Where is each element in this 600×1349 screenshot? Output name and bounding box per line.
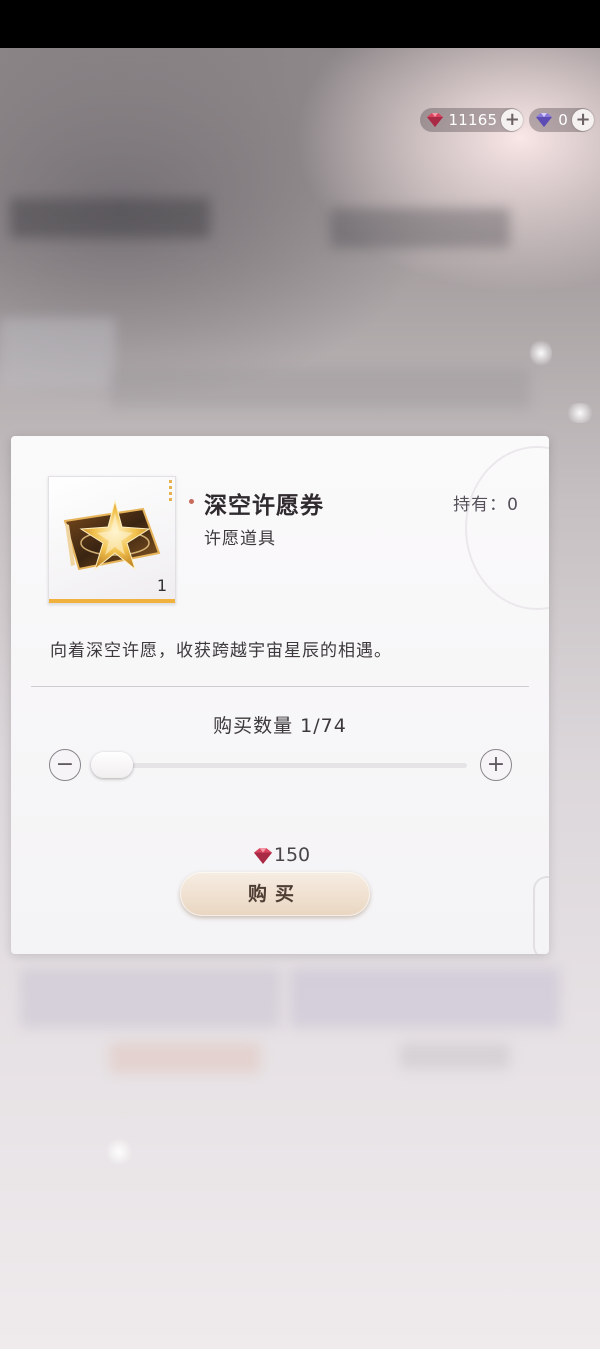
card-decoration — [169, 480, 172, 504]
red-gem-icon — [250, 847, 272, 864]
quantity-slider-track[interactable] — [93, 763, 467, 768]
status-bar — [0, 0, 600, 48]
buy-button[interactable]: 购买 — [180, 872, 370, 916]
dialog-arc-decoration — [465, 446, 549, 610]
add-purple-gem-button[interactable]: + — [572, 109, 594, 131]
purple-gem-amount: 0 — [558, 111, 568, 129]
purple-gem-icon — [533, 112, 555, 128]
currency-chip-purple: 0 + — [529, 108, 594, 132]
purchase-dialog: 1 深空许愿券 许愿道具 持有：0 向着深空许愿，收获跨越宇宙星辰的相遇。 购买… — [11, 436, 549, 954]
item-name: 深空许愿券 — [204, 493, 324, 519]
item-card: 1 — [48, 476, 176, 604]
increase-quantity-button[interactable]: + — [480, 749, 512, 781]
currency-chip-red: 11165 + — [419, 108, 524, 132]
dialog-edge-decoration — [533, 876, 549, 954]
item-category: 许愿道具 — [204, 529, 276, 549]
rarity-bar — [49, 599, 175, 603]
owned-count: 持有：0 — [453, 495, 519, 515]
item-count: 1 — [156, 576, 167, 595]
red-gem-amount: 11165 — [448, 111, 498, 129]
price-row: 150 — [11, 844, 549, 866]
add-red-gem-button[interactable]: + — [501, 109, 524, 131]
item-description: 向着深空许愿，收获跨越宇宙星辰的相遇。 — [50, 641, 392, 661]
quantity-label: 购买数量 1/74 — [213, 715, 347, 737]
quantity-slider-handle[interactable] — [91, 752, 133, 778]
red-gem-icon — [424, 112, 446, 128]
decrease-quantity-button[interactable]: − — [49, 749, 81, 781]
divider — [31, 686, 529, 687]
price-value: 150 — [273, 844, 311, 866]
title-dot — [189, 499, 194, 504]
wish-ticket-icon — [63, 499, 161, 571]
currency-bar: 11165 + 0 + — [419, 108, 594, 132]
